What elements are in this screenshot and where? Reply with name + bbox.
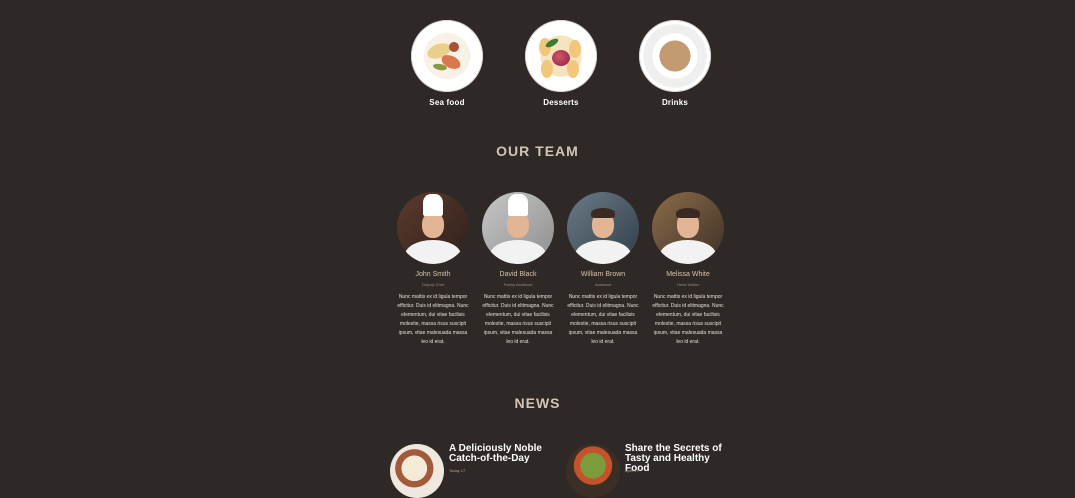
team-member-card: Melissa White Head Waiter Nunc mattis ex…: [650, 192, 726, 347]
dessert-plate-image[interactable]: [525, 20, 597, 92]
news-item: Share the Secrets of Tasty and Healthy F…: [566, 444, 736, 498]
news-thumbnail[interactable]: [390, 444, 444, 498]
news-item: A Deliciously Noble Catch-of-the-Day Tod…: [390, 444, 560, 498]
team-member-card: William Brown Assistant Nunc mattis ex i…: [565, 192, 641, 347]
member-role: Pastry Assistant: [503, 282, 533, 287]
category-label[interactable]: Sea food: [402, 98, 492, 107]
member-name[interactable]: William Brown: [565, 271, 641, 278]
member-bio: Nunc mattis ex id ligula tempor efficitu…: [482, 294, 554, 345]
seafood-plate-image[interactable]: [411, 20, 483, 92]
member-bio: Nunc mattis ex id ligula tempor efficitu…: [652, 294, 724, 345]
team-member-card: John Smith Deputy Chef Nunc mattis ex id…: [395, 192, 471, 347]
category-drinks[interactable]: Drinks: [630, 20, 720, 107]
member-name[interactable]: John Smith: [395, 271, 471, 278]
member-name[interactable]: Melissa White: [650, 271, 726, 278]
avatar[interactable]: [652, 192, 724, 264]
avatar[interactable]: [397, 192, 469, 264]
avatar[interactable]: [482, 192, 554, 264]
category-seafood[interactable]: Sea food: [402, 20, 492, 107]
member-role: Assistant: [594, 282, 612, 287]
member-name[interactable]: David Black: [480, 271, 556, 278]
news-headline[interactable]: A Deliciously Noble Catch-of-the-Day: [449, 444, 559, 464]
member-bio: Nunc mattis ex id ligula tempor efficitu…: [567, 294, 639, 345]
category-desserts[interactable]: Desserts: [516, 20, 606, 107]
avatar[interactable]: [567, 192, 639, 264]
menu-categories: Sea food Desserts Drinks: [0, 20, 1075, 110]
category-label[interactable]: Drinks: [630, 98, 720, 107]
team-member-card: David Black Pastry Assistant Nunc mattis…: [480, 192, 556, 347]
member-role: Head Waiter: [676, 282, 700, 287]
news-thumbnail[interactable]: [566, 444, 620, 498]
member-bio: Nunc mattis ex id ligula tempor efficitu…: [397, 294, 469, 345]
news-headline[interactable]: Share the Secrets of Tasty and Healthy F…: [625, 444, 735, 474]
news-section-title: NEWS: [514, 395, 561, 411]
member-role: Deputy Chef: [421, 282, 445, 287]
coffee-cup-image[interactable]: [639, 20, 711, 92]
category-label[interactable]: Desserts: [516, 98, 606, 107]
team-section-title: OUR TEAM: [496, 143, 579, 159]
